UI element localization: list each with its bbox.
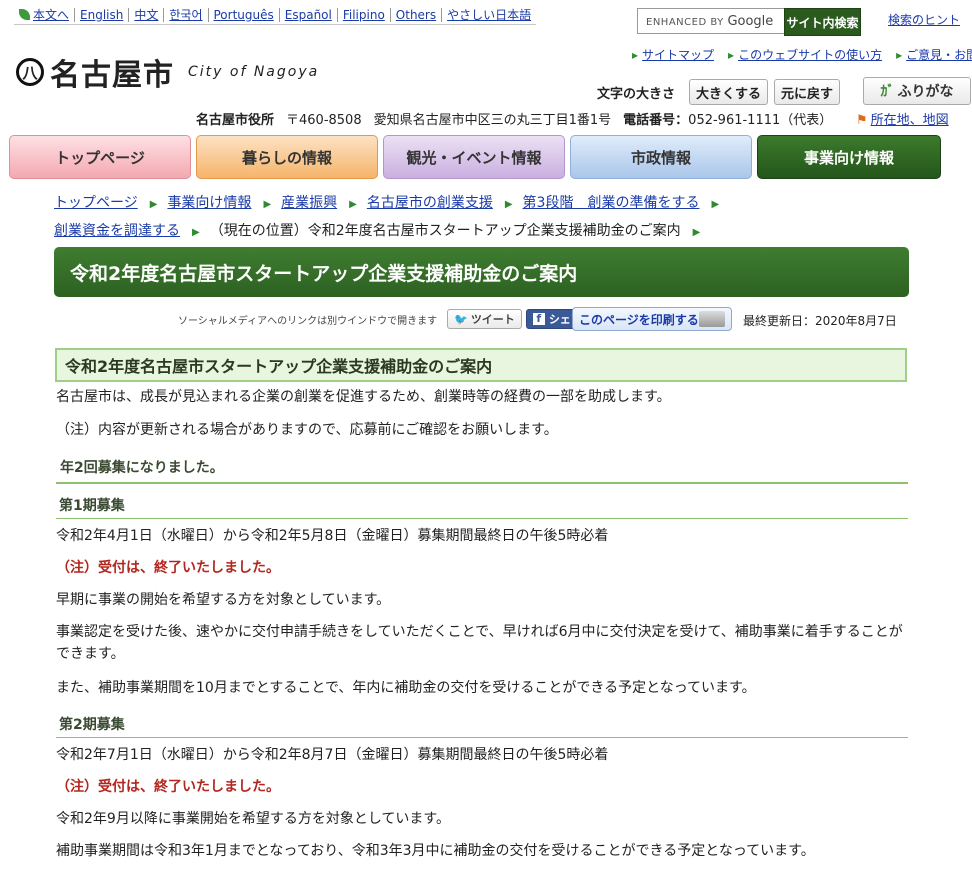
breadcrumb-item[interactable]: 事業向け情報 xyxy=(167,195,251,211)
how-to-use-link[interactable]: このウェブサイトの使い方 xyxy=(728,46,882,63)
last-updated: 最終更新日：2020年8月7日 xyxy=(743,314,897,328)
search-placeholder: ENHANCED BY Google xyxy=(638,14,773,29)
map-link-wrap: ⚑ 所在地、地図 xyxy=(856,109,949,128)
chevron-right-icon: ▶ xyxy=(349,199,357,210)
breadcrumb-item[interactable]: トップページ xyxy=(54,195,138,211)
chevron-right-icon: ▶ xyxy=(711,199,720,210)
furigana-label: ふりがな xyxy=(897,84,954,100)
round1-target: 早期に事業の開始を希望する方を対象としています。 xyxy=(56,592,391,608)
utility-nav: サイトマップ このウェブサイトの使い方 ご意見・お問い合せ xyxy=(618,46,972,63)
round2-closed: （注）受付は、終了いたしました。 xyxy=(56,779,280,795)
social-share: ソーシャルメディアへのリンクは別ウインドウで開きます 🐦 ツイート f シェア xyxy=(178,309,593,329)
tweet-button[interactable]: 🐦 ツイート xyxy=(447,309,522,329)
chevron-right-icon: ▶ xyxy=(192,227,200,238)
site-logo[interactable]: 八 名古屋市 City of Nagoya xyxy=(16,50,319,94)
phone-label: 電話番号： xyxy=(623,113,689,128)
flag-icon: ⚑ xyxy=(856,113,868,128)
twitter-icon: 🐦 xyxy=(454,312,468,326)
lang-easy-japanese[interactable]: やさしい日本語 xyxy=(442,8,536,22)
reset-text-button[interactable]: 元に戻す xyxy=(774,79,841,105)
furigana-button[interactable]: ｶﾞ ふりがな xyxy=(863,77,971,105)
chevron-right-icon: ▶ xyxy=(263,199,272,210)
round2-heading: 第2期募集 xyxy=(56,714,908,738)
tab-tourism-events[interactable]: 観光・イベント情報 xyxy=(383,135,565,179)
tweet-label: ツイート xyxy=(470,313,515,326)
chevron-right-icon: ▶ xyxy=(692,227,701,238)
page-title: 令和2年度名古屋市スタートアップ企業支援補助金のご案内 xyxy=(54,247,909,297)
enlarge-text-button[interactable]: 大きくする xyxy=(689,79,769,105)
breadcrumb-item[interactable]: 創業資金を調達する xyxy=(54,223,180,239)
phone-number: 052-961-1111（代表） xyxy=(688,113,833,128)
round1-schedule: また、補助事業期間を10月までとすることで、年内に補助金の交付を受けることができ… xyxy=(56,680,756,696)
lang-label[interactable]: 本文へ xyxy=(33,8,69,22)
emblem-glyph: 八 xyxy=(22,63,38,82)
lang-skip-to-content[interactable]: 本文へ xyxy=(14,8,76,22)
breadcrumb-item[interactable]: 名古屋市の創業支援 xyxy=(367,195,493,211)
print-button[interactable]: このページを印刷する xyxy=(572,307,732,331)
print-label: このページを印刷する xyxy=(579,312,699,327)
tab-city-government[interactable]: 市政情報 xyxy=(570,135,752,179)
breadcrumb-item[interactable]: 産業振興 xyxy=(281,195,337,211)
city-emblem-icon: 八 xyxy=(16,58,44,86)
street-address: 愛知県名古屋市中区三の丸三丁目1番1号 xyxy=(373,113,612,128)
furigana-icon: ｶﾞ xyxy=(880,84,895,100)
main-nav: トップページ 暮らしの情報 観光・イベント情報 市政情報 事業向け情報 xyxy=(9,135,941,179)
contact-link[interactable]: ご意見・お問い合せ xyxy=(896,46,972,63)
site-search-button[interactable]: サイト内検索 xyxy=(784,8,861,36)
section-heading: 年2回募集になりました。 xyxy=(56,457,908,484)
update-note: （注）内容が更新される場合がありますので、応募前にご確認をお願いします。 xyxy=(56,422,558,438)
round1-period: 令和2年4月1日（水曜日）から令和2年5月8日（金曜日）募集期間最終日の午後5時… xyxy=(56,528,609,544)
lang-portuguese[interactable]: Português xyxy=(209,8,280,22)
round1-heading: 第1期募集 xyxy=(56,495,908,519)
leaf-icon xyxy=(19,9,30,20)
lang-chinese[interactable]: 中文 xyxy=(129,8,165,22)
breadcrumb: トップページ ▶ 事業向け情報 ▶ 産業振興 ▶ 名古屋市の創業支援 ▶ 第3段階 創業の準備を… xyxy=(54,190,934,246)
round1-closed: （注）受付は、終了いたしました。 xyxy=(56,560,280,576)
map-link[interactable]: 所在地、地図 xyxy=(871,113,949,128)
sitemap-link[interactable]: サイトマップ xyxy=(632,46,714,63)
tab-business-info[interactable]: 事業向け情報 xyxy=(757,135,941,179)
tab-living-info[interactable]: 暮らしの情報 xyxy=(196,135,378,179)
breadcrumb-item[interactable]: 第3段階 創業の準備をする xyxy=(523,195,700,211)
google-label: Google xyxy=(727,13,774,29)
font-size-controls: 文字の大きさ 大きくする 元に戻す xyxy=(597,79,841,105)
language-bar: 本文へ English 中文 한국어 Português Español Fil… xyxy=(14,8,537,25)
round2-target: 令和2年9月以降に事業開始を希望する方を対象としています。 xyxy=(56,811,450,827)
logo-name: 名古屋市 xyxy=(50,58,174,93)
content-heading: 令和2年度名古屋市スタートアップ企業支援補助金のご案内 xyxy=(55,348,907,382)
lang-korean[interactable]: 한국어 xyxy=(164,8,209,22)
round2-period: 令和2年7月1日（水曜日）から令和2年8月7日（金曜日）募集期間最終日の午後5時… xyxy=(56,747,609,763)
social-note: ソーシャルメディアへのリンクは別ウインドウで開きます xyxy=(178,315,438,327)
tab-top-page[interactable]: トップページ xyxy=(9,135,191,179)
lang-english[interactable]: English xyxy=(75,8,130,22)
breadcrumb-current: （現在の位置）令和2年度名古屋市スタートアップ企業支援補助金のご案内 xyxy=(209,223,681,239)
intro-text: 名古屋市は、成長が見込まれる企業の創業を促進するため、創業時等の経費の一部を助成… xyxy=(56,389,671,405)
font-size-label: 文字の大きさ xyxy=(597,86,676,102)
round1-detail: 事業認定を受けた後、速やかに交付申請手続きをしていただくことで、早ければ6月中に… xyxy=(56,624,903,662)
office-address: 名古屋市役所 〒460-8508 愛知県名古屋市中区三の丸三丁目1番1号 電話番… xyxy=(196,109,832,128)
postal-code: 〒460-8508 xyxy=(286,113,362,128)
printer-icon xyxy=(699,311,725,327)
logo-english: City of Nagoya xyxy=(188,64,320,80)
lang-spanish[interactable]: Español xyxy=(280,8,338,22)
office-name: 名古屋市役所 xyxy=(196,113,275,128)
lang-others[interactable]: Others xyxy=(391,8,443,22)
chevron-right-icon: ▶ xyxy=(504,199,513,210)
round2-schedule: 補助事業期間は令和3年1月までとなっており、令和3年3月中に補助金の交付を受ける… xyxy=(56,843,815,859)
search-hint-link[interactable]: 検索のヒント xyxy=(888,11,960,28)
lang-filipino[interactable]: Filipino xyxy=(338,8,391,22)
enhanced-label: ENHANCED BY xyxy=(646,16,724,28)
chevron-right-icon: ▶ xyxy=(149,199,158,210)
facebook-icon: f xyxy=(532,313,545,325)
